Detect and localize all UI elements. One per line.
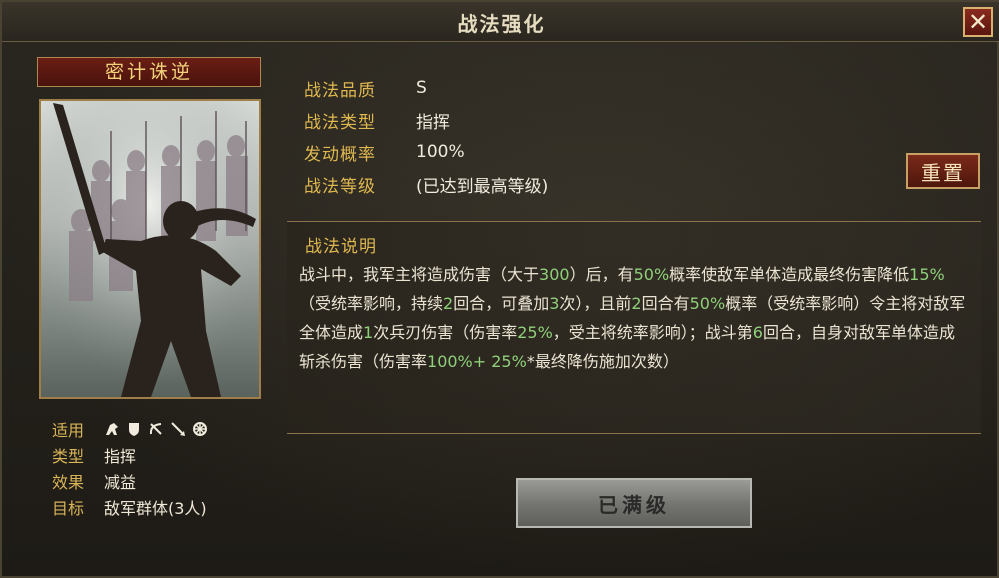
meta-label: 效果 — [52, 473, 85, 492]
description-segment: 次），且前 — [559, 294, 632, 313]
description-segment: 次兵刃伤害（伤害率 — [373, 323, 518, 342]
description-segment: ，受主将统率影响）；战斗第 — [552, 323, 753, 342]
description-highlight: 50% — [689, 294, 726, 313]
description-highlight: 1 — [363, 323, 374, 342]
reset-button[interactable]: 重置 — [906, 153, 980, 189]
cavalry-icon — [106, 423, 118, 435]
description-panel: 战法说明 战斗中，我军主将造成伤害（大于300）后，有50%概率使敌军单体造成最… — [287, 221, 981, 434]
troop-type-icons — [104, 421, 208, 437]
card-meta: 适用 类型 指挥 效果 减益 目标 敌军群体(3人) — [52, 416, 208, 520]
description-segment: 战斗中，我军主将造成伤害（大于 — [299, 265, 540, 284]
description-highlight: 300 — [539, 265, 570, 284]
max-level-button[interactable]: 已满级 — [516, 478, 752, 528]
description-highlight: 6 — [752, 323, 763, 342]
info-label: 战法等级 — [304, 176, 376, 197]
wheel-icon — [193, 422, 207, 436]
description-highlight: 2 — [443, 294, 454, 313]
description-highlight: 3 — [549, 294, 560, 313]
skill-info: 战法品质 S 战法类型 指挥 发动概率 100% 战法等级 (已达到最高等级) — [304, 72, 548, 200]
skill-name-plate: 密计诛逆 — [37, 57, 261, 87]
meta-row-type: 类型 指挥 — [52, 442, 208, 468]
info-label: 发动概率 — [304, 144, 376, 165]
meta-value: 减益 — [104, 473, 137, 492]
close-icon: ✕ — [967, 8, 989, 36]
window-title: 战法强化 — [457, 12, 546, 36]
info-label: 战法类型 — [304, 112, 376, 133]
title-bar: 战法强化 ✕ — [2, 2, 999, 42]
description-text: 战斗中，我军主将造成伤害（大于300）后，有50%概率使敌军单体造成最终伤害降低… — [299, 260, 969, 376]
meta-value: 指挥 — [104, 447, 137, 466]
info-value: 指挥 — [416, 112, 450, 133]
info-row-level: 战法等级 (已达到最高等级) — [304, 168, 548, 200]
meta-label: 目标 — [52, 499, 85, 518]
description-segment: （受统率影响，持续 — [299, 294, 444, 313]
description-title: 战法说明 — [305, 237, 377, 257]
description-segment: 回合，可叠加 — [453, 294, 550, 313]
meta-label: 适用 — [52, 421, 85, 440]
description-segment: *最终降伤施加次数） — [526, 352, 679, 371]
description-segment: 概率使敌军单体造成最终伤害降低 — [669, 265, 910, 284]
description-segment: ）后，有 — [569, 265, 634, 284]
meta-label: 类型 — [52, 447, 85, 466]
description-highlight: 15% — [909, 265, 945, 284]
shield-icon — [129, 423, 139, 436]
info-row-trigger-rate: 发动概率 100% — [304, 136, 548, 168]
description-highlight: 2 — [631, 294, 642, 313]
skill-card-art — [39, 99, 261, 399]
close-button[interactable]: ✕ — [963, 7, 993, 37]
info-row-quality: 战法品质 S — [304, 72, 548, 104]
info-value: S — [416, 78, 427, 98]
bow-icon — [149, 423, 162, 435]
info-label: 战法品质 — [304, 80, 376, 101]
info-value: (已达到最高等级) — [416, 176, 549, 197]
description-highlight: 100%+ 25% — [427, 352, 527, 371]
info-value: 100% — [416, 142, 465, 162]
meta-value: 敌军群体(3人) — [104, 499, 207, 518]
info-row-type: 战法类型 指挥 — [304, 104, 548, 136]
description-highlight: 50% — [633, 265, 670, 284]
description-highlight: 25% — [517, 323, 553, 342]
meta-row-effect: 效果 减益 — [52, 468, 208, 494]
spear-icon — [171, 422, 185, 436]
meta-row-target: 目标 敌军群体(3人) — [52, 494, 208, 520]
meta-row-applicable: 适用 — [52, 416, 208, 442]
warrior-silhouette-image — [41, 101, 259, 397]
skill-upgrade-window: 战法强化 ✕ 密计诛逆 适用 类型 指挥 效果 减益 目标 敌军群体(3人) 战… — [0, 0, 999, 578]
description-segment: 回合有 — [641, 294, 690, 313]
